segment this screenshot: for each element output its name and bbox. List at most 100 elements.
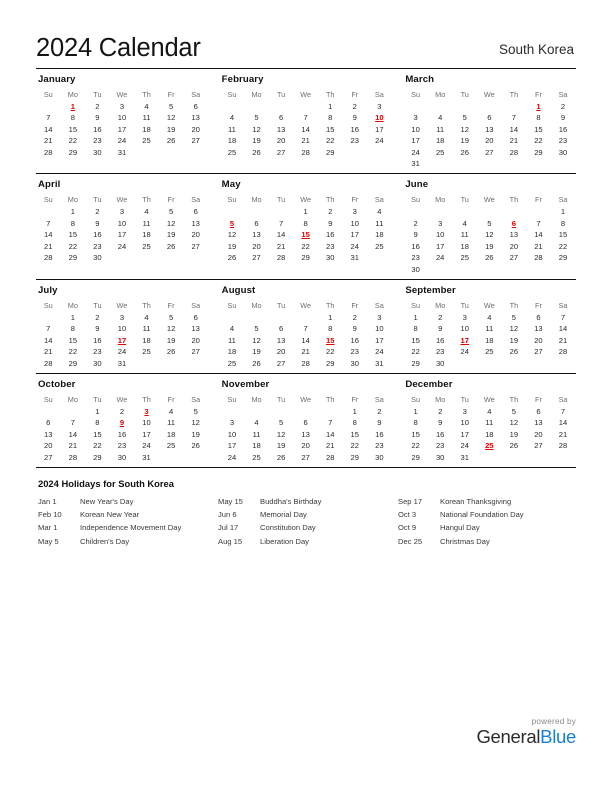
day-cell[interactable]: 18 <box>477 335 502 346</box>
day-cell[interactable]: 6 <box>183 312 208 323</box>
day-cell[interactable]: 5 <box>244 112 269 123</box>
day-cell[interactable]: 29 <box>61 147 86 158</box>
day-cell[interactable]: 7 <box>36 218 61 229</box>
day-cell[interactable]: 4 <box>477 312 502 323</box>
day-cell[interactable]: 2 <box>551 101 576 112</box>
day-cell[interactable]: 31 <box>110 147 135 158</box>
day-cell[interactable]: 27 <box>244 252 269 263</box>
day-cell[interactable]: 12 <box>159 323 184 334</box>
day-cell[interactable]: 29 <box>61 252 86 263</box>
day-cell[interactable]: 16 <box>110 429 135 440</box>
day-cell[interactable]: 14 <box>318 429 343 440</box>
day-cell[interactable]: 12 <box>502 323 527 334</box>
day-cell[interactable]: 12 <box>159 218 184 229</box>
day-cell[interactable]: 16 <box>342 124 367 135</box>
day-cell[interactable]: 30 <box>367 452 392 463</box>
day-cell[interactable]: 29 <box>61 358 86 369</box>
day-cell[interactable]: 14 <box>36 335 61 346</box>
day-cell[interactable]: 24 <box>367 346 392 357</box>
day-cell[interactable]: 21 <box>526 241 551 252</box>
day-cell[interactable]: 5 <box>159 312 184 323</box>
day-cell[interactable]: 22 <box>85 440 110 451</box>
day-cell[interactable]: 12 <box>244 124 269 135</box>
day-cell[interactable]: 13 <box>526 323 551 334</box>
day-cell[interactable]: 1 <box>293 206 318 217</box>
day-cell[interactable]: 26 <box>183 440 208 451</box>
day-cell[interactable]: 28 <box>61 452 86 463</box>
day-cell[interactable]: 6 <box>477 112 502 123</box>
day-cell[interactable]: 28 <box>269 252 294 263</box>
day-cell[interactable]: 30 <box>428 452 453 463</box>
day-cell[interactable]: 29 <box>526 147 551 158</box>
day-cell[interactable]: 29 <box>403 358 428 369</box>
day-cell[interactable]: 29 <box>551 252 576 263</box>
day-cell[interactable]: 7 <box>551 406 576 417</box>
day-cell[interactable]: 13 <box>477 124 502 135</box>
day-cell[interactable]: 23 <box>428 440 453 451</box>
day-cell[interactable]: 27 <box>183 135 208 146</box>
day-cell[interactable]: 22 <box>551 241 576 252</box>
day-cell[interactable]: 26 <box>220 252 245 263</box>
day-cell[interactable]: 24 <box>134 440 159 451</box>
day-cell[interactable]: 30 <box>85 358 110 369</box>
day-cell[interactable]: 31 <box>367 358 392 369</box>
day-cell[interactable]: 24 <box>110 135 135 146</box>
day-cell[interactable]: 13 <box>269 335 294 346</box>
day-cell[interactable]: 22 <box>403 346 428 357</box>
day-cell[interactable]: 19 <box>183 429 208 440</box>
day-cell[interactable]: 1 <box>318 101 343 112</box>
day-cell[interactable]: 11 <box>428 124 453 135</box>
day-cell[interactable]: 25 <box>428 147 453 158</box>
day-cell[interactable]: 26 <box>244 147 269 158</box>
day-cell[interactable]: 3 <box>428 218 453 229</box>
day-cell[interactable]: 20 <box>502 241 527 252</box>
day-cell[interactable]: 17 <box>403 135 428 146</box>
day-cell[interactable]: 4 <box>220 323 245 334</box>
day-cell[interactable]: 30 <box>428 358 453 369</box>
day-cell[interactable]: 9 <box>551 112 576 123</box>
day-cell[interactable]: 2 <box>318 206 343 217</box>
day-cell[interactable]: 11 <box>134 323 159 334</box>
day-cell[interactable]: 25 <box>134 346 159 357</box>
day-cell[interactable]: 16 <box>551 124 576 135</box>
day-cell[interactable]: 7 <box>293 112 318 123</box>
day-cell[interactable]: 15 <box>61 335 86 346</box>
day-cell[interactable]: 4 <box>134 312 159 323</box>
day-cell-holiday[interactable]: 25 <box>477 440 502 451</box>
day-cell[interactable]: 15 <box>61 229 86 240</box>
day-cell[interactable]: 11 <box>134 112 159 123</box>
day-cell[interactable]: 23 <box>403 252 428 263</box>
day-cell[interactable]: 17 <box>342 229 367 240</box>
day-cell[interactable]: 2 <box>342 312 367 323</box>
day-cell[interactable]: 11 <box>477 417 502 428</box>
day-cell[interactable]: 5 <box>502 406 527 417</box>
day-cell[interactable]: 25 <box>220 147 245 158</box>
day-cell[interactable]: 9 <box>428 417 453 428</box>
day-cell[interactable]: 8 <box>526 112 551 123</box>
day-cell[interactable]: 16 <box>428 429 453 440</box>
day-cell[interactable]: 23 <box>367 440 392 451</box>
day-cell[interactable]: 6 <box>526 406 551 417</box>
day-cell[interactable]: 24 <box>342 241 367 252</box>
day-cell[interactable]: 19 <box>477 241 502 252</box>
day-cell[interactable]: 10 <box>110 112 135 123</box>
day-cell[interactable]: 15 <box>318 124 343 135</box>
day-cell[interactable]: 26 <box>477 252 502 263</box>
day-cell[interactable]: 2 <box>403 218 428 229</box>
day-cell[interactable]: 29 <box>293 252 318 263</box>
day-cell[interactable]: 21 <box>293 135 318 146</box>
day-cell[interactable]: 6 <box>183 206 208 217</box>
day-cell[interactable]: 12 <box>159 112 184 123</box>
day-cell[interactable]: 14 <box>61 429 86 440</box>
day-cell[interactable]: 3 <box>367 312 392 323</box>
day-cell[interactable]: 16 <box>403 241 428 252</box>
day-cell[interactable]: 25 <box>220 358 245 369</box>
day-cell[interactable]: 20 <box>183 335 208 346</box>
day-cell-holiday[interactable]: 6 <box>502 218 527 229</box>
day-cell[interactable]: 26 <box>159 135 184 146</box>
day-cell[interactable]: 4 <box>134 101 159 112</box>
day-cell[interactable]: 2 <box>85 206 110 217</box>
day-cell[interactable]: 21 <box>61 440 86 451</box>
day-cell[interactable]: 14 <box>293 124 318 135</box>
day-cell[interactable]: 25 <box>134 241 159 252</box>
